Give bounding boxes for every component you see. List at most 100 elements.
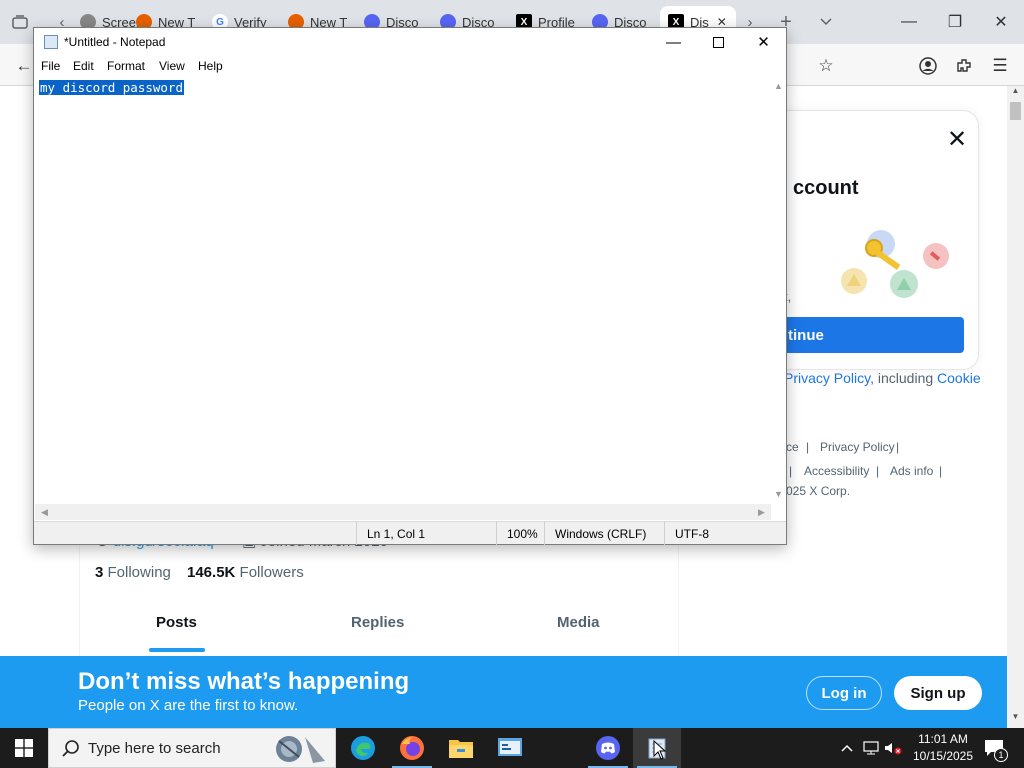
key-illustration-icon — [841, 230, 949, 298]
zoom-level: 100% — [496, 522, 544, 545]
notepad-statusbar: Ln 1, Col 1 100% Windows (CRLF) UTF-8 — [34, 521, 786, 545]
tab-media[interactable]: Media — [557, 614, 600, 631]
browser-close-button[interactable]: ✕ — [978, 6, 1024, 38]
scroll-up-icon[interactable]: ▲ — [1007, 86, 1024, 100]
privacy-policy-link[interactable]: Privacy Policy — [784, 370, 870, 386]
menu-hamburger-icon[interactable]: ☰ — [986, 52, 1014, 80]
clock[interactable]: 11:01 AM 10/15/2025 — [910, 731, 976, 765]
notepad-horizontal-scrollbar[interactable]: ◀ ▶ — [35, 504, 771, 520]
footer-ads-info-link[interactable]: Ads info — [890, 464, 933, 478]
following-count: 3 — [95, 564, 104, 581]
browser-maximize-button[interactable]: ❐ — [932, 6, 978, 38]
network-icon[interactable] — [862, 738, 880, 758]
footer-copyright: 025 X Corp. — [786, 484, 851, 498]
footer-separator: | — [806, 440, 810, 454]
edge-icon — [351, 736, 375, 760]
notepad-close-button[interactable]: ✕ — [741, 28, 786, 56]
notepad-app-icon — [44, 35, 58, 49]
firefox-taskbar-button[interactable] — [388, 728, 436, 768]
notepad-window: *Untitled - Notepad — ✕ File Edit Format… — [33, 27, 787, 545]
scroll-left-icon[interactable]: ◀ — [37, 505, 52, 520]
notification-center-icon[interactable]: 1 — [982, 738, 1008, 762]
footer-separator: | — [939, 464, 943, 478]
page-scrollbar[interactable]: ▲ — [1007, 86, 1024, 656]
tab-posts[interactable]: Posts — [156, 614, 197, 631]
notepad-text-area[interactable]: my discord password — [35, 76, 771, 504]
mouse-cursor-icon — [653, 740, 667, 760]
footer-separator: | — [789, 464, 793, 478]
followers-count: 146.5K — [187, 564, 236, 581]
notepad-minimize-button[interactable]: — — [651, 28, 696, 56]
menu-view[interactable]: View — [159, 59, 185, 73]
footer-separator: | — [876, 464, 880, 478]
footer-privacy-link[interactable]: Privacy Policy — [820, 440, 895, 454]
tab-list-button[interactable] — [812, 8, 840, 36]
notepad-taskbar-button[interactable] — [633, 728, 681, 768]
scroll-down-icon[interactable]: ▼ — [771, 486, 786, 501]
discord-icon — [596, 736, 620, 760]
file-explorer-taskbar-button[interactable] — [437, 728, 485, 768]
windows-taskbar: Type here to search 11:01 AM 10/15/2025 … — [0, 728, 1024, 768]
tab-replies[interactable]: Replies — [351, 614, 404, 631]
clock-time: 11:01 AM — [918, 732, 968, 746]
chevron-up-icon[interactable] — [838, 738, 856, 758]
discord-taskbar-button[interactable] — [584, 728, 632, 768]
footer-accessibility-link[interactable]: Accessibility — [804, 464, 869, 478]
modal-heading: ccount — [793, 177, 859, 199]
policy-middle-text: , including — [870, 370, 938, 386]
page-scrollbar-bottom[interactable]: ▼ — [1007, 656, 1024, 728]
line-endings: Windows (CRLF) — [544, 522, 664, 545]
system-tray: 11:01 AM 10/15/2025 1 — [836, 728, 1024, 768]
scroll-down-icon[interactable]: ▼ — [1007, 712, 1024, 726]
cookie-link[interactable]: Cookie — [937, 370, 981, 386]
selected-text[interactable]: my discord password — [39, 80, 184, 95]
menu-help[interactable]: Help — [198, 59, 223, 73]
notepad-vertical-scrollbar[interactable]: ▲ ▼ — [771, 76, 786, 504]
search-highlight-icon — [276, 736, 325, 763]
footer-separator: | — [896, 440, 900, 454]
windows-logo-icon — [15, 739, 33, 757]
notepad-maximize-button[interactable] — [696, 28, 741, 56]
start-button[interactable] — [0, 728, 48, 768]
scroll-right-icon[interactable]: ▶ — [754, 505, 769, 520]
modal-close-icon[interactable]: ✕ — [943, 125, 971, 153]
control-panel-icon — [498, 738, 522, 756]
banner-title: Don’t miss what’s happening — [78, 668, 410, 695]
signup-button[interactable]: Sign up — [894, 676, 982, 710]
cursor-position: Ln 1, Col 1 — [356, 522, 496, 545]
edge-taskbar-button[interactable] — [339, 728, 387, 768]
search-placeholder: Type here to search — [88, 740, 221, 757]
notification-count-badge: 1 — [994, 748, 1008, 762]
bookmark-star-icon[interactable]: ☆ — [812, 52, 840, 80]
taskbar-search-box[interactable]: Type here to search — [48, 728, 336, 768]
desktop-screen: ‹ Screen New T G Verify New T Disco Disco… — [0, 0, 1024, 768]
following-label: Following — [107, 564, 171, 581]
encoding: UTF-8 — [664, 522, 786, 545]
tab-groups-icon[interactable] — [6, 8, 34, 36]
volume-muted-icon[interactable] — [884, 738, 902, 758]
scroll-up-icon[interactable]: ▲ — [771, 78, 786, 93]
control-panel-taskbar-button[interactable] — [486, 728, 534, 768]
firefox-icon — [400, 736, 424, 760]
menu-file[interactable]: File — [41, 59, 60, 73]
login-button[interactable]: Log in — [806, 676, 882, 710]
menu-edit[interactable]: Edit — [73, 59, 94, 73]
signup-banner: Don’t miss what’s happening People on X … — [0, 656, 1007, 728]
following-stat[interactable]: 3 Following — [95, 564, 171, 581]
extensions-icon[interactable] — [950, 52, 978, 80]
browser-minimize-button[interactable]: — — [886, 6, 932, 38]
scrollbar-thumb[interactable] — [1010, 102, 1021, 120]
policy-text: Privacy Policy, including Cookie — [784, 370, 981, 386]
search-icon — [62, 740, 79, 757]
followers-stat[interactable]: 146.5K Followers — [187, 564, 304, 581]
footer-link[interactable]: ce — [786, 440, 799, 454]
account-icon[interactable] — [914, 52, 942, 80]
file-explorer-icon — [449, 740, 473, 758]
clock-date: 10/15/2025 — [912, 749, 974, 763]
followers-label: Followers — [239, 564, 304, 581]
active-tab-indicator — [149, 648, 205, 652]
notepad-menubar: File Edit Format View Help — [34, 56, 786, 76]
notepad-titlebar[interactable]: *Untitled - Notepad — ✕ — [34, 28, 786, 56]
menu-format[interactable]: Format — [107, 59, 145, 73]
banner-subtitle: People on X are the first to know. — [78, 697, 299, 714]
